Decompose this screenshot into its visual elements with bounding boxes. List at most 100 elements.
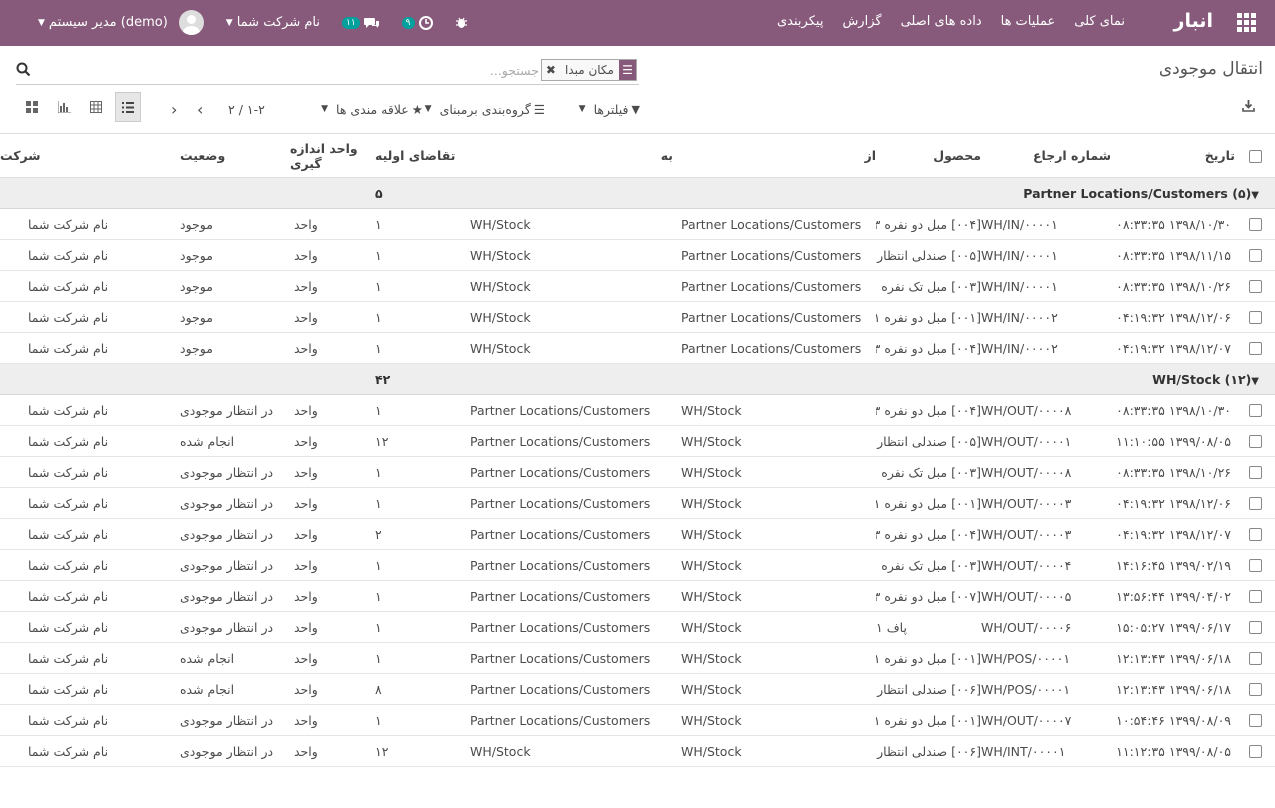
col-company[interactable]: شرکت	[0, 133, 180, 178]
cell-company: نام شرکت شما	[0, 580, 180, 612]
download-icon[interactable]	[1242, 99, 1255, 115]
col-date[interactable]: تاریخ	[1111, 133, 1235, 178]
row-checkbox[interactable]	[1235, 611, 1275, 643]
table-row[interactable]: ۱۳۹۸/۱۲/۰۶ ۰۴:۱۹:۳۲ WH/OUT/۰۰۰۰۳ [۰۰۱] م…	[0, 487, 1275, 519]
cell-date: ۱۳۹۸/۱۲/۰۷ ۰۴:۱۹:۳۲	[1111, 518, 1235, 550]
cell-reference: WH/IN/۰۰۰۰۲	[981, 301, 1111, 333]
cell-to: Partner Locations/Customers	[470, 456, 673, 488]
row-checkbox[interactable]	[1235, 673, 1275, 705]
col-product[interactable]: محصول	[876, 133, 981, 178]
col-uom[interactable]: واحد اندازه گیری	[290, 133, 375, 178]
search-bar[interactable]: ☰ مکان مبدا ✖ جستجو...	[16, 57, 639, 85]
menu-item-overview[interactable]: نمای کلی	[1074, 14, 1125, 29]
favorites-label: علاقه مندی ها	[336, 101, 409, 117]
search-icon[interactable]	[16, 62, 31, 77]
row-checkbox[interactable]	[1235, 549, 1275, 581]
table-row[interactable]: ۱۳۹۸/۱۰/۲۶ ۰۸:۳۳:۳۵ WH/OUT/۰۰۰۰۸ [۰۰۳] م…	[0, 456, 1275, 488]
pager-value[interactable]: ۱-۲ / ۲	[228, 96, 265, 122]
table-row[interactable]: ۱۳۹۹/۰۴/۰۲ ۱۳:۵۶:۴۴ WH/OUT/۰۰۰۰۵ [۰۰۷] م…	[0, 580, 1275, 612]
table-row[interactable]: ۱۳۹۸/۱۲/۰۶ ۰۴:۱۹:۳۲ WH/IN/۰۰۰۰۲ [۰۰۱] مب…	[0, 301, 1275, 333]
row-checkbox[interactable]	[1235, 518, 1275, 550]
table-row[interactable]: ۱۳۹۸/۱۲/۰۷ ۰۴:۱۹:۳۲ WH/IN/۰۰۰۰۲ [۰۰۴] مب…	[0, 332, 1275, 364]
messaging-menu[interactable]: ۱۱	[341, 16, 380, 30]
row-checkbox[interactable]	[1235, 394, 1275, 426]
row-checkbox[interactable]	[1235, 332, 1275, 364]
debug-menu[interactable]	[455, 16, 468, 29]
groupby-label: گروه‌بندی برمبنای	[439, 101, 531, 117]
row-checkbox[interactable]	[1235, 704, 1275, 736]
cell-uom: واحد	[290, 704, 375, 736]
filters-dropdown[interactable]: ▼ فیلترها ▼	[579, 96, 640, 122]
app-brand[interactable]: انبار	[1174, 10, 1213, 32]
row-checkbox[interactable]	[1235, 239, 1275, 271]
cell-company: نام شرکت شما	[0, 518, 180, 550]
table-row[interactable]: ۱۳۹۹/۰۸/۰۵ ۱۱:۱۰:۵۵ WH/OUT/۰۰۰۰۱ [۰۰۵] ص…	[0, 425, 1275, 457]
table-row[interactable]: ۱۳۹۸/۱۱/۱۵ ۰۸:۳۳:۳۵ WH/IN/۰۰۰۰۱ [۰۰۵] صن…	[0, 239, 1275, 271]
col-from[interactable]: از	[673, 133, 876, 178]
company-switcher[interactable]: ▼ نام شرکت شما	[226, 15, 320, 30]
user-menu[interactable]: ▼ مدیر سیستم (demo)	[38, 10, 204, 35]
group-row[interactable]: ▼Partner Locations/Customers (۵) ۵	[0, 177, 1275, 209]
groupby-dropdown[interactable]: ☰ گروه‌بندی برمبنای ▼	[425, 96, 545, 122]
table-row[interactable]: ۱۳۹۸/۱۲/۰۷ ۰۴:۱۹:۳۲ WH/OUT/۰۰۰۰۳ [۰۰۴] م…	[0, 518, 1275, 550]
favorites-dropdown[interactable]: ★ علاقه مندی ها ▼	[321, 96, 423, 122]
cell-product: [۰۰۳] مبل تک نفره ۱	[876, 456, 981, 488]
menu-item-configuration[interactable]: پیکربندی	[777, 14, 823, 29]
table-header: تاریخ شماره ارجاع محصول از به تقاضای اول…	[0, 133, 1275, 178]
cell-uom: واحد	[290, 456, 375, 488]
pivot-view-icon[interactable]	[83, 92, 109, 122]
kanban-view-icon[interactable]	[19, 92, 45, 122]
row-checkbox[interactable]	[1235, 456, 1275, 488]
cell-reference: WH/IN/۰۰۰۰۲	[981, 332, 1111, 364]
cell-to: Partner Locations/Customers	[470, 425, 673, 457]
row-checkbox[interactable]	[1235, 301, 1275, 333]
cell-from: WH/Stock	[673, 642, 876, 674]
activity-menu[interactable]: ۹	[401, 15, 433, 30]
apps-grid-icon[interactable]	[1237, 13, 1257, 33]
cell-reference: WH/OUT/۰۰۰۰۷	[981, 704, 1111, 736]
facet-label: مکان مبدا	[564, 63, 614, 77]
list-view-icon[interactable]	[115, 92, 141, 122]
pager-next-icon[interactable]: ›	[197, 96, 203, 122]
col-initial-demand[interactable]: تقاضای اولیه	[375, 133, 470, 178]
cell-reference: WH/OUT/۰۰۰۰۴	[981, 549, 1111, 581]
row-checkbox[interactable]	[1235, 735, 1275, 767]
row-checkbox[interactable]	[1235, 580, 1275, 612]
table-row[interactable]: ۱۳۹۸/۱۰/۳۰ ۰۸:۳۳:۳۵ WH/IN/۰۰۰۰۱ [۰۰۴] مب…	[0, 208, 1275, 240]
menu-item-master-data[interactable]: داده های اصلی	[901, 14, 982, 29]
group-row[interactable]: ▼WH/Stock (۱۲) ۴۲	[0, 363, 1275, 395]
table-row[interactable]: ۱۳۹۹/۰۶/۱۸ ۱۲:۱۳:۴۳ WH/POS/۰۰۰۰۱ [۰۰۱] م…	[0, 642, 1275, 674]
table-row[interactable]: ۱۳۹۹/۰۸/۰۵ ۱۱:۱۲:۳۵ WH/INT/۰۰۰۰۱ [۰۰۶] ص…	[0, 735, 1275, 767]
cell-uom: واحد	[290, 549, 375, 581]
graph-view-icon[interactable]	[51, 92, 77, 122]
col-status[interactable]: وضعیت	[180, 133, 290, 178]
table-row[interactable]: ۱۳۹۹/۰۶/۱۸ ۱۲:۱۳:۴۳ WH/POS/۰۰۰۰۱ [۰۰۶] ص…	[0, 673, 1275, 705]
table-row[interactable]: ۱۳۹۹/۰۶/۱۷ ۱۵:۰۵:۲۷ WH/OUT/۰۰۰۰۶ پاف ۱ W…	[0, 611, 1275, 643]
select-all-checkbox[interactable]	[1235, 133, 1275, 178]
avatar	[178, 10, 204, 35]
col-reference[interactable]: شماره ارجاع	[981, 133, 1111, 178]
cell-status: موجود	[180, 332, 290, 364]
messages-count-badge: ۱۱	[341, 16, 360, 29]
row-checkbox[interactable]	[1235, 425, 1275, 457]
table-row[interactable]: ۱۳۹۹/۰۲/۱۹ ۱۴:۱۶:۴۵ WH/OUT/۰۰۰۰۴ [۰۰۳] م…	[0, 549, 1275, 581]
search-input[interactable]: جستجو...	[490, 63, 539, 78]
row-checkbox[interactable]	[1235, 208, 1275, 240]
menu-item-reporting[interactable]: گزارش	[842, 14, 881, 29]
close-icon[interactable]: ✖	[542, 63, 560, 77]
pager-previous-icon[interactable]: ‹	[171, 96, 177, 122]
table-row[interactable]: ۱۳۹۸/۱۰/۲۶ ۰۸:۳۳:۳۵ WH/IN/۰۰۰۰۱ [۰۰۳] مب…	[0, 270, 1275, 302]
cell-product: [۰۰۴] مبل دو نفره ۳	[876, 394, 981, 426]
table-row[interactable]: ۱۳۹۸/۱۰/۳۰ ۰۸:۳۳:۳۵ WH/OUT/۰۰۰۰۸ [۰۰۴] م…	[0, 394, 1275, 426]
group-total: ۵	[375, 177, 470, 209]
row-checkbox[interactable]	[1235, 487, 1275, 519]
cell-product: [۰۰۶] صندلی انتظار ۱	[876, 673, 981, 705]
menu-item-operations[interactable]: عملیات ها	[1001, 14, 1056, 29]
cell-from: WH/Stock	[673, 394, 876, 426]
col-to[interactable]: به	[470, 133, 673, 178]
cell-reference: WH/OUT/۰۰۰۰۸	[981, 394, 1111, 426]
table-row[interactable]: ۱۳۹۹/۰۸/۰۹ ۱۰:۵۴:۴۶ WH/OUT/۰۰۰۰۷ [۰۰۱] م…	[0, 704, 1275, 736]
cell-reference: WH/POS/۰۰۰۰۱	[981, 673, 1111, 705]
row-checkbox[interactable]	[1235, 642, 1275, 674]
row-checkbox[interactable]	[1235, 270, 1275, 302]
